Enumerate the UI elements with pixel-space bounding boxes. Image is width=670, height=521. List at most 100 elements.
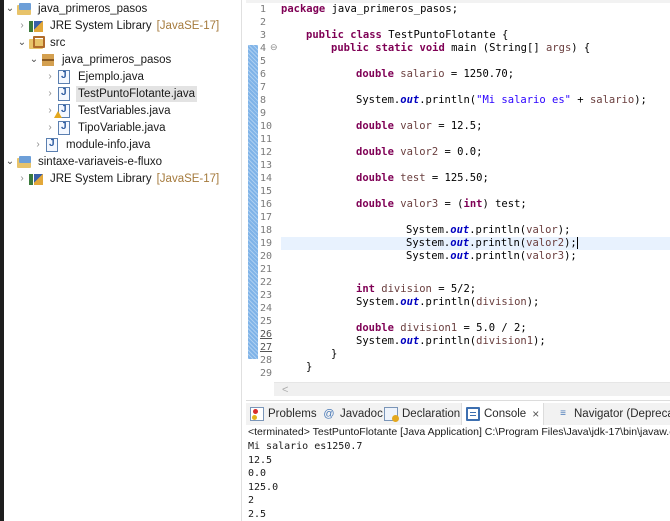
code-editor[interactable]: 1 2 3 4 ⊖ 5 6 7 8 9 10 11 12 13 14 15 16 17 18 19 20 21 22 23 24…: [246, 0, 670, 397]
project-icon: [16, 1, 32, 17]
console-status-line: <terminated> TestPuntoFlotante [Java App…: [248, 426, 670, 438]
code-text: = 125.50;: [425, 172, 489, 184]
code-text: = 1250.70;: [444, 68, 515, 80]
chevron-right-icon[interactable]: ›: [44, 85, 56, 102]
chevron-right-icon[interactable]: ›: [32, 136, 44, 153]
close-icon[interactable]: ×: [532, 407, 539, 421]
code-line-6[interactable]: double salario = 1250.70;: [246, 68, 670, 81]
tree-item-tipovariable[interactable]: › TipoVariable.java: [44, 119, 168, 136]
tab-navigator[interactable]: ≡ Navigator (Deprecated): [556, 403, 670, 425]
code-text: .println(: [419, 94, 477, 106]
code-line-14[interactable]: double test = 125.50;: [246, 172, 670, 185]
static-field: out: [400, 296, 420, 308]
console-output-line: 12.5: [248, 454, 273, 466]
tab-javadoc[interactable]: @ Javadoc: [322, 403, 382, 425]
static-field: out: [450, 250, 470, 262]
tree-item-label: java_primeros_pasos: [38, 2, 148, 15]
text-caret: [576, 237, 578, 249]
code-text: ) {: [571, 42, 591, 54]
tree-item-testpuntoflotante[interactable]: › TestPuntoFlotante.java: [44, 85, 197, 102]
tree-item-label: TestPuntoFlotante.java: [76, 85, 197, 102]
code-text: );: [634, 94, 647, 106]
tree-item-testvariables[interactable]: › TestVariables.java: [44, 102, 172, 119]
tree-item-package[interactable]: ⌄ java_primeros_pasos: [28, 51, 173, 68]
variable: valor3: [393, 198, 439, 210]
code-line-10[interactable]: double valor = 12.5;: [246, 120, 670, 133]
keyword: void: [419, 42, 445, 54]
java-file-icon: [58, 86, 70, 101]
chevron-down-icon[interactable]: ⌄: [16, 34, 28, 51]
tree-item-label: Ejemplo.java: [78, 70, 144, 83]
variable: test: [393, 172, 426, 184]
static-field: out: [450, 224, 470, 236]
code-line-4[interactable]: public static void main (String[] args) …: [246, 42, 670, 55]
code-line-28[interactable]: }: [246, 361, 670, 374]
code-line-1[interactable]: package java_primeros_pasos;: [246, 3, 670, 16]
navigator-icon: ≡: [560, 408, 566, 419]
line-number: 2: [260, 17, 267, 28]
console-output-line: Mi salario es1250.7: [248, 441, 363, 452]
code-text: = 5/2;: [431, 283, 477, 295]
chevron-down-icon[interactable]: ⌄: [28, 51, 40, 68]
variable: division: [476, 296, 527, 308]
chevron-right-icon[interactable]: ›: [16, 170, 28, 187]
chevron-right-icon[interactable]: ›: [44, 68, 56, 85]
console-icon: [466, 407, 480, 421]
code-text: );: [564, 250, 577, 262]
code-line-22[interactable]: int division = 5/2;: [246, 283, 670, 296]
keyword: public: [306, 29, 344, 41]
code-line-25[interactable]: double division1 = 5.0 / 2;: [246, 322, 670, 335]
code-text: .println(: [419, 335, 477, 347]
code-line-3[interactable]: public class TestPuntoFlotante {: [246, 29, 670, 42]
declaration-icon: [384, 407, 399, 422]
chevron-down-icon[interactable]: ⌄: [4, 153, 16, 170]
line-number: 9: [260, 108, 267, 119]
chevron-right-icon[interactable]: ›: [44, 119, 56, 136]
static-field: out: [400, 335, 420, 347]
code-line-20[interactable]: System.out.println(valor3);: [246, 250, 670, 263]
code-line-16[interactable]: double valor3 = (int) test;: [246, 198, 670, 211]
tab-problems[interactable]: Problems: [250, 403, 317, 425]
code-line-26[interactable]: System.out.println(division1);: [246, 335, 670, 348]
tree-item-project-java-primeros-pasos[interactable]: ⌄ java_primeros_pasos: [4, 0, 149, 17]
code-text: System.: [356, 296, 401, 308]
tree-item-jre-library-2[interactable]: › JRE System Library [JavaSE-17]: [16, 170, 219, 187]
code-line-8[interactable]: System.out.println("Mi salario es" + sal…: [246, 94, 670, 107]
tree-item-ejemplo[interactable]: › Ejemplo.java: [44, 68, 146, 85]
horizontal-scrollbar[interactable]: <: [274, 382, 670, 396]
keyword: public: [331, 42, 369, 54]
tree-item-project-sintaxe[interactable]: ⌄ sintaxe-variaveis-e-fluxo: [4, 153, 164, 170]
code-line-18[interactable]: System.out.println(valor);: [246, 224, 670, 237]
keyword: int: [356, 283, 375, 295]
tree-item-jre-library[interactable]: › JRE System Library [JavaSE-17]: [16, 17, 219, 34]
code-line-27[interactable]: }: [246, 348, 670, 361]
code-text: main (String[]: [444, 42, 546, 54]
console-view: Problems @ Javadoc Declaration Console ×…: [246, 400, 670, 521]
scroll-left-arrow-icon[interactable]: <: [282, 383, 288, 397]
code-line-12[interactable]: double valor2 = 0.0;: [246, 146, 670, 159]
code-text: System.: [406, 237, 451, 249]
console-output-line: 2.5: [248, 508, 267, 520]
tree-item-module-info[interactable]: › module-info.java: [32, 136, 152, 153]
tree-item-label: module-info.java: [66, 138, 151, 151]
code-text: = (: [438, 198, 464, 210]
code-text: );: [557, 224, 571, 236]
tree-item-decoration: [JavaSE-17]: [156, 172, 220, 185]
code-line-23[interactable]: System.out.println(division);: [246, 296, 670, 309]
tree-item-src[interactable]: ⌄ src: [16, 34, 67, 51]
line-number: 21: [260, 264, 273, 275]
tree-item-label: TestVariables.java: [78, 104, 171, 117]
package-icon: [40, 52, 56, 68]
keyword: double: [356, 322, 394, 334]
tab-console[interactable]: Console ×: [461, 403, 545, 425]
line-number: 11: [260, 134, 273, 145]
package-explorer: ⌄ java_primeros_pasos › JRE System Libra…: [4, 0, 242, 521]
code-text: .println(: [469, 250, 527, 262]
code-text: );: [564, 237, 577, 249]
code-text: java_primeros_pasos;: [325, 3, 459, 15]
static-field: out: [450, 237, 470, 249]
chevron-down-icon[interactable]: ⌄: [4, 0, 16, 17]
chevron-right-icon[interactable]: ›: [16, 17, 28, 34]
code-line-19-current[interactable]: System.out.println(valor2);: [281, 237, 670, 250]
tab-declaration[interactable]: Declaration: [384, 403, 460, 425]
